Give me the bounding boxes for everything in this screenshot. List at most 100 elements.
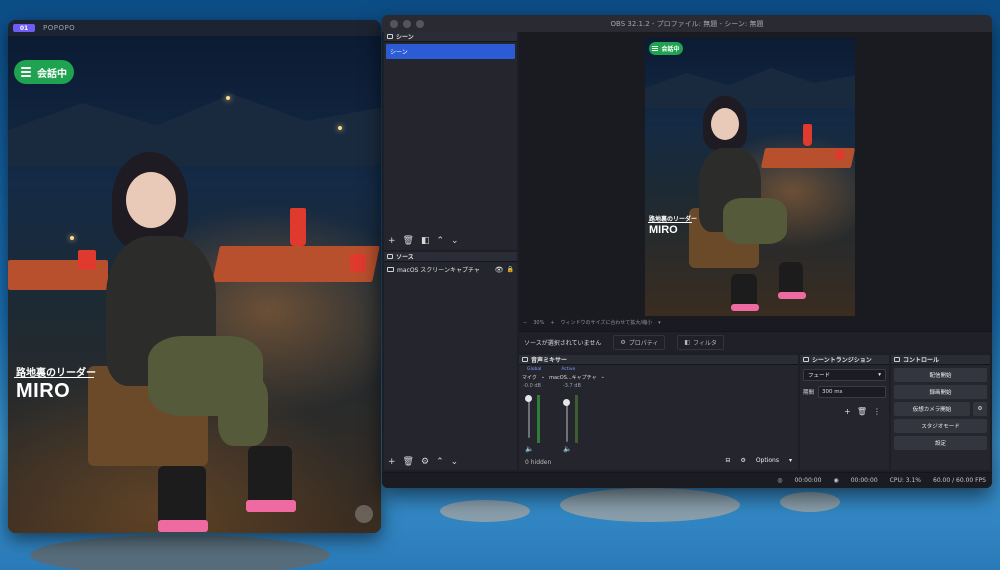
studio-mode-button[interactable]: スタジオモード [894, 419, 987, 433]
preview-character-name: MIRO [649, 224, 678, 236]
add-source-icon[interactable]: + [388, 457, 396, 467]
add-transition-icon[interactable]: + [844, 407, 851, 416]
avatar-face [126, 172, 176, 228]
avatar-boot [158, 466, 206, 526]
mixer-channel-db: -0.0 dB -3.7 dB [519, 383, 798, 389]
chevron-down-icon[interactable]: ⌄ [601, 374, 605, 381]
zoom-in-button[interactable]: + [550, 320, 554, 326]
preview-canvas[interactable]: 会話中 路地裏のリーダー MIRO [645, 38, 855, 316]
channel-name: macOS...キャプチャ [549, 375, 597, 381]
zoom-out-button[interactable]: − [523, 320, 527, 326]
name-divider [14, 377, 94, 378]
eye-icon[interactable]: 👁 [495, 266, 504, 274]
controls-dock: コントロール 配信開始 録画開始 仮想カメラ開始 ⚙ スタジオモード 設定 [891, 355, 990, 470]
talk-status-label: 会話中 [37, 68, 67, 80]
mute-icon[interactable]: 🔈 [525, 445, 534, 453]
gear-icon[interactable]: ⚙ [973, 402, 987, 416]
options-label: Options [755, 457, 779, 464]
mug [835, 150, 844, 160]
scene-transitions-dock: シーントランジション フェード ▾ 期間 300 ms + 🗑 ⋮ [800, 355, 889, 470]
monitor-icon [387, 267, 394, 272]
name-divider [648, 222, 692, 223]
chevron-down-icon: ▾ [788, 457, 792, 464]
record-time: 00:00:00 [850, 477, 878, 484]
desktop-rock [440, 500, 530, 522]
layout-icon[interactable]: ⊟ [725, 457, 730, 464]
zoom-fit-hint[interactable]: ウィンドウのサイズに合わせて拡大/縮小 [561, 319, 653, 326]
scenes-header: シーン [384, 32, 517, 42]
channel-name: マイク [522, 375, 537, 381]
menu-icon [652, 45, 659, 52]
transition-selected: フェード [808, 373, 831, 379]
volume-fader[interactable] [566, 402, 568, 442]
preview-area[interactable]: 会話中 路地裏のリーダー MIRO [519, 32, 992, 331]
volume-fader-knob[interactable] [525, 395, 532, 402]
scene-filter-icon[interactable]: ◧ [421, 236, 430, 246]
start-streaming-button[interactable]: 配信開始 [894, 368, 987, 382]
duration-value: 300 ms [822, 389, 843, 395]
mixer-settings-icon[interactable]: ⚙ [740, 457, 745, 464]
channel-tag: Global [527, 367, 542, 372]
scene-item[interactable]: シーン [386, 44, 515, 59]
record-icon: ◉ [833, 477, 839, 484]
duration-row: 期間 300 ms [803, 386, 886, 398]
start-virtual-camera-button[interactable]: 仮想カメラ開始 [894, 402, 970, 416]
duration-input[interactable]: 300 ms [818, 386, 886, 398]
duration-label: 期間 [803, 390, 815, 396]
transition-select[interactable]: フェード ▾ [803, 369, 886, 381]
channel-db: -3.7 dB [562, 383, 581, 389]
remove-source-icon[interactable]: 🗑 [403, 457, 414, 467]
start-recording-button[interactable]: 録画開始 [894, 385, 987, 399]
dock-icon [522, 357, 528, 362]
sources-toolbar: + 🗑 ⚙ ⌃ ⌄ [388, 457, 458, 467]
talk-status-button[interactable]: 会話中 [14, 60, 74, 84]
mixer-options-button[interactable]: ⊟ ⚙ Options ▾ [725, 457, 792, 464]
properties-button[interactable]: ⚙ プロパティ [613, 334, 666, 350]
remove-scene-icon[interactable]: 🗑 [403, 236, 414, 246]
source-settings-icon[interactable]: ⚙ [421, 457, 429, 467]
avatar-legs [723, 198, 787, 244]
move-up-icon[interactable]: ⌃ [436, 457, 444, 467]
lock-icon[interactable]: 🔒 [507, 266, 514, 273]
dock-icon [803, 357, 809, 362]
watermark-icon [355, 505, 373, 523]
popopo-window: 01 POPOPO 会話中 路地裏のリーダー MIRO [8, 20, 381, 533]
channel-db: -0.0 dB [523, 383, 541, 389]
mountain [8, 94, 381, 166]
chevron-down-icon[interactable]: ▾ [658, 320, 661, 326]
scenes-toolbar: + 🗑 ◧ ⌃ ⌄ [388, 236, 459, 246]
thermos [803, 124, 812, 146]
filters-button[interactable]: ◧ フィルタ [677, 334, 724, 350]
popopo-titlebar: 01 POPOPO [8, 20, 381, 36]
avatar-boot [779, 262, 803, 296]
source-item[interactable]: macOS スクリーンキャプチャ 👁 🔒 [384, 262, 517, 277]
filter-icon: ◧ [684, 338, 691, 346]
move-down-icon[interactable]: ⌄ [451, 236, 459, 246]
preview-talk-badge: 会話中 [649, 42, 683, 55]
chevron-down-icon[interactable]: ⌄ [541, 374, 545, 381]
move-up-icon[interactable]: ⌃ [437, 236, 445, 246]
remove-transition-icon[interactable]: 🗑 [857, 407, 867, 416]
avatar-legs [218, 376, 268, 446]
mixer-header: 音声ミキサー [519, 355, 798, 365]
character-name: MIRO [16, 380, 71, 402]
volume-fader-knob[interactable] [563, 399, 570, 406]
popopo-app-title: POPOPO [43, 24, 76, 32]
menu-icon [21, 67, 31, 77]
avatar-boot [731, 274, 757, 308]
more-options-icon[interactable]: ⋮ [873, 407, 881, 416]
sources-dock: ソース macOS スクリーンキャプチャ 👁 🔒 [384, 252, 517, 470]
source-label: macOS スクリーンキャプチャ [397, 267, 480, 274]
zoom-value: 30% [533, 319, 545, 326]
virtual-camera-row: 仮想カメラ開始 ⚙ [894, 402, 987, 416]
popopo-logo-icon: 01 [13, 24, 35, 32]
volume-fader[interactable] [528, 398, 530, 438]
controls-title: コントロール [903, 357, 940, 364]
transition-toolbar: + 🗑 ⋮ [844, 407, 881, 416]
settings-button[interactable]: 設定 [894, 436, 987, 450]
add-scene-icon[interactable]: + [388, 236, 396, 246]
zoom-controls: − 30% + ウィンドウのサイズに合わせて拡大/縮小 ▾ [519, 319, 661, 327]
stream-time: 00:00:00 [794, 477, 822, 484]
mute-icon[interactable]: 🔈 [563, 445, 572, 453]
move-down-icon[interactable]: ⌄ [451, 457, 459, 467]
